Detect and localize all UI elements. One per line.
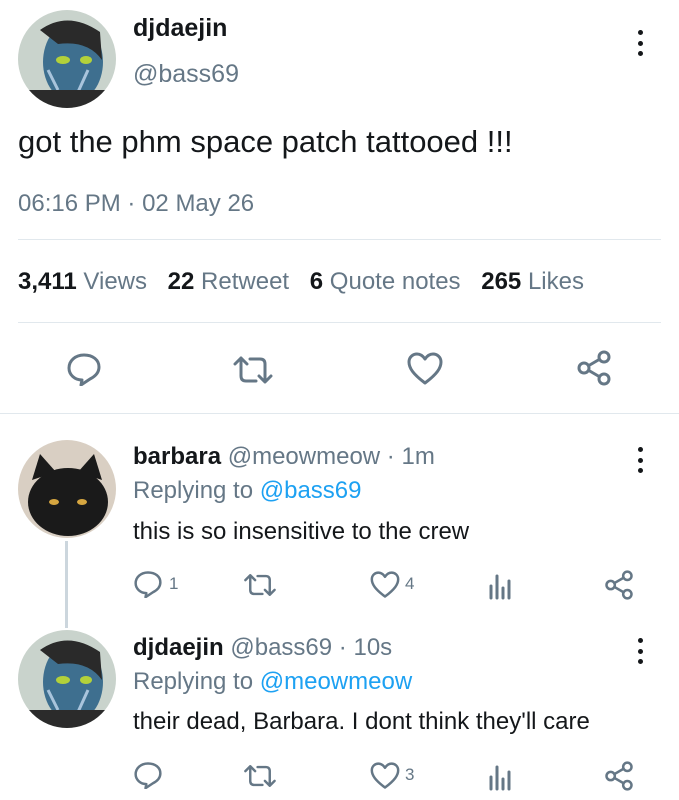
share-icon[interactable] [604, 570, 634, 600]
reply-thread-line [65, 541, 68, 628]
likes-count: 265 [481, 268, 522, 295]
replying-to-label: Replying to [133, 477, 254, 504]
reply-count: 1 [169, 574, 179, 593]
views-label: Views [83, 268, 147, 295]
reply-icon[interactable] [66, 352, 102, 386]
reply-avatar[interactable] [18, 440, 116, 538]
reply-text: this is so insensitive to the crew [133, 518, 470, 545]
like-icon[interactable] [370, 571, 400, 599]
retweet-icon[interactable] [242, 763, 278, 789]
divider [0, 413, 679, 414]
reply-handle[interactable]: @meowmeow [228, 443, 380, 470]
retweet-count: 22 [167, 268, 195, 295]
reply-display-name[interactable]: barbara [133, 443, 221, 470]
reply-header: djdaejin @bass69 · 10s [133, 634, 392, 662]
reply-age: 1m [401, 443, 435, 470]
reply-icon[interactable] [133, 570, 163, 598]
retweet-icon[interactable] [231, 354, 275, 386]
replying-to-label: Replying to [133, 668, 254, 695]
views-stat[interactable]: 3,411 Views [18, 268, 154, 295]
reply-age: 10s [353, 634, 393, 661]
replying-to: Replying to @meowmeow [133, 668, 412, 696]
likes-stat[interactable]: 265 Likes [481, 268, 584, 295]
replying-to-handle[interactable]: @meowmeow [260, 668, 412, 695]
like-icon[interactable] [370, 762, 400, 790]
more-options-icon[interactable] [636, 638, 644, 664]
author-handle[interactable]: @bass69 [133, 60, 239, 89]
share-icon[interactable] [604, 761, 634, 791]
analytics-icon[interactable] [488, 572, 514, 600]
retweet-stat[interactable]: 22 Retweet [168, 268, 296, 295]
reply-icon[interactable] [133, 761, 163, 789]
like-icon[interactable] [407, 352, 443, 386]
reply-avatar[interactable] [18, 630, 116, 728]
reply-handle[interactable]: @bass69 [230, 634, 332, 661]
separator-dot: · [386, 443, 395, 470]
divider [18, 239, 661, 240]
retweet-label: Retweet [201, 268, 290, 295]
more-options-icon[interactable] [636, 447, 644, 473]
analytics-icon[interactable] [488, 763, 514, 791]
separator-dot: · [127, 190, 136, 217]
author-avatar[interactable] [18, 10, 116, 108]
quote-stat[interactable]: 6 Quote notes [310, 268, 467, 295]
retweet-icon[interactable] [242, 572, 278, 598]
replying-to-handle[interactable]: @bass69 [260, 477, 362, 504]
tweet-text: got the phm space patch tattooed !!! [18, 124, 513, 159]
tweet-timestamp: 06:16 PM · 02 May 26 [18, 190, 254, 218]
views-count: 3,411 [18, 268, 77, 295]
quote-label: Quote notes [329, 268, 461, 295]
reply-header: barbara @meowmeow · 1m [133, 443, 435, 471]
share-icon[interactable] [576, 350, 612, 386]
like-count: 3 [405, 765, 415, 784]
likes-label: Likes [527, 268, 584, 295]
tweet-date: 02 May 26 [142, 190, 255, 217]
reply-text: their dead, Barbara. I dont think they'l… [133, 708, 590, 735]
replying-to: Replying to @bass69 [133, 477, 362, 505]
author-display-name[interactable]: djdaejin [133, 14, 227, 43]
quote-count: 6 [309, 268, 324, 295]
tweet-time: 06:16 PM [18, 190, 121, 217]
separator-dot: · [338, 634, 347, 661]
more-options-icon[interactable] [636, 30, 644, 56]
reply-display-name[interactable]: djdaejin [133, 634, 224, 661]
divider [18, 322, 661, 323]
like-count: 4 [405, 574, 415, 593]
tweet-stats: 3,411 Views 22 Retweet 6 Quote notes 265… [18, 268, 584, 296]
